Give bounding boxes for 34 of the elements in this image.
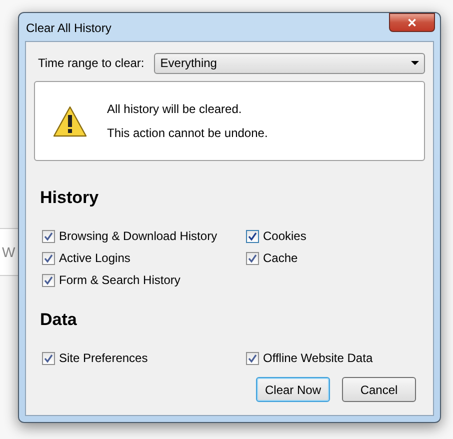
window-title: Clear All History — [26, 20, 112, 37]
checkbox-label: Cookies — [263, 228, 306, 245]
section-heading: Data — [39, 309, 78, 331]
checkbox[interactable] — [246, 230, 259, 242]
dialog-button[interactable]: Cancel — [342, 377, 416, 402]
checkmark-icon — [248, 232, 257, 240]
warning-text: All history will be cleared. — [107, 101, 243, 118]
warning-text: This action cannot be undone. — [107, 125, 268, 142]
checkmark-icon — [44, 354, 53, 362]
checkbox[interactable] — [42, 230, 55, 242]
checkbox[interactable] — [246, 352, 259, 364]
checkbox-label: Active Logins — [59, 250, 130, 267]
checkbox-label: Browsing & Download History — [59, 228, 218, 245]
checkmark-icon — [44, 232, 53, 240]
checkbox-label: Site Preferences — [59, 350, 148, 367]
dialog-button[interactable]: Clear Now — [256, 377, 330, 402]
checkmark-icon — [248, 254, 257, 262]
section-heading: History — [39, 187, 100, 209]
checkbox-label: Form & Search History — [59, 272, 180, 289]
checkbox-label: Offline Website Data — [263, 350, 373, 367]
checkbox-label: Cache — [263, 250, 298, 267]
close-button[interactable]: ✕ — [389, 13, 435, 32]
checkmark-icon — [44, 254, 53, 262]
checkbox[interactable] — [42, 252, 55, 264]
checkmark-icon — [248, 354, 257, 362]
checkbox[interactable] — [42, 274, 55, 286]
checkbox[interactable] — [246, 252, 259, 264]
dropdown-arrow-icon — [411, 61, 419, 65]
time-range-label: Time range to clear: — [38, 55, 144, 72]
warning-icon — [53, 106, 87, 136]
time-range-dropdown[interactable]: Everything — [154, 52, 425, 74]
checkbox[interactable] — [42, 352, 55, 364]
checkmark-icon — [44, 276, 53, 284]
background-text: W — [2, 242, 16, 262]
